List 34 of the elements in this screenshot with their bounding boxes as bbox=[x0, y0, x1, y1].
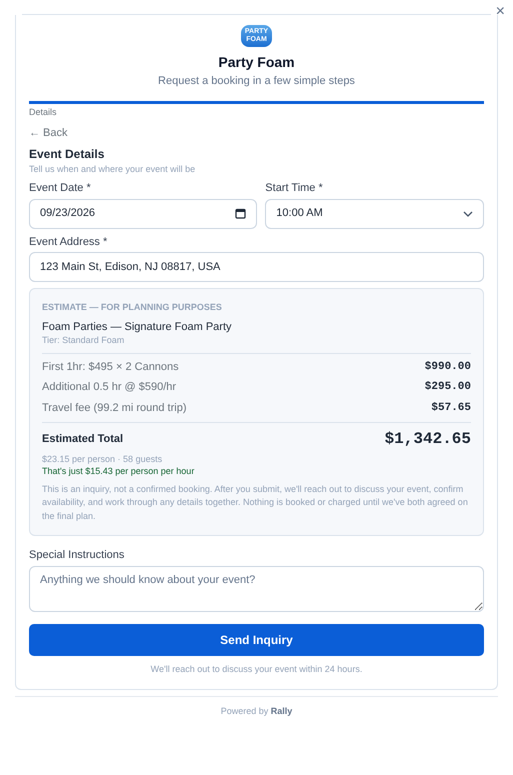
section-subtitle: Tell us when and where your event will be bbox=[29, 162, 196, 175]
line-item-label: Additional 0.5 hr @ $590/hr bbox=[42, 380, 176, 396]
tier-label: Tier: Standard Foam bbox=[42, 334, 126, 347]
per-person-text: $23.15 per person · 58 guests bbox=[42, 452, 164, 465]
field-label: Start Time * bbox=[265, 180, 324, 196]
date-field[interactable]: 09/23/2026 bbox=[29, 198, 258, 229]
app-subtitle: Request a booking in a few simple steps bbox=[158, 74, 355, 89]
section-title: Event Details bbox=[29, 146, 106, 163]
line-item-amount: $295.00 bbox=[424, 380, 471, 396]
line-item-label: Travel fee (99.2 mi round trip) bbox=[42, 401, 186, 416]
total-label: Estimated Total bbox=[42, 432, 124, 448]
line-item-amount: $57.65 bbox=[431, 401, 471, 416]
per-hour-text: That's just $15.43 per person per hour bbox=[42, 464, 196, 477]
calendar-icon[interactable] bbox=[235, 208, 246, 220]
line-item-label: First 1hr: $495 × 2 Cannons bbox=[42, 360, 179, 374]
step-label: Details bbox=[29, 106, 57, 118]
app-title: Party Foam bbox=[218, 53, 295, 72]
field-label: Event Address * bbox=[29, 234, 108, 250]
select-field[interactable]: 10:00 AM bbox=[265, 198, 484, 229]
input-field[interactable]: 123 Main St, Edison, NJ 08817, USA bbox=[29, 252, 484, 282]
field-label: Special Instructions bbox=[29, 548, 126, 564]
instructions-field[interactable]: Anything we should know about your event? bbox=[29, 566, 484, 612]
package-name: Foam Parties — Signature Foam Party bbox=[42, 320, 233, 334]
chevron-down-icon bbox=[463, 210, 474, 217]
note-text: We'll reach out to discuss your event within 24 hours. bbox=[150, 664, 362, 674]
close-button[interactable]: × bbox=[494, 4, 507, 20]
send-button[interactable]: Send Inquiry bbox=[29, 624, 484, 656]
line-item-amount: $990.00 bbox=[424, 360, 471, 374]
disclaimer-text: This is an inquiry, not a confirmed booking. After you submit, we'll reach out to discuss your event, confirm availability, and work through any details together. Nothing is booked or charged until we've both agreed on the final plan. bbox=[42, 482, 469, 523]
footer-text: Powered by Rally bbox=[220, 706, 292, 716]
field-label: Event Date * bbox=[29, 180, 92, 196]
estimate-heading: ESTIMATE — FOR PLANNING PURPOSES bbox=[42, 301, 223, 314]
total-amount: $1,342.65 bbox=[384, 429, 471, 450]
back-link[interactable]: ← Back bbox=[29, 126, 68, 139]
